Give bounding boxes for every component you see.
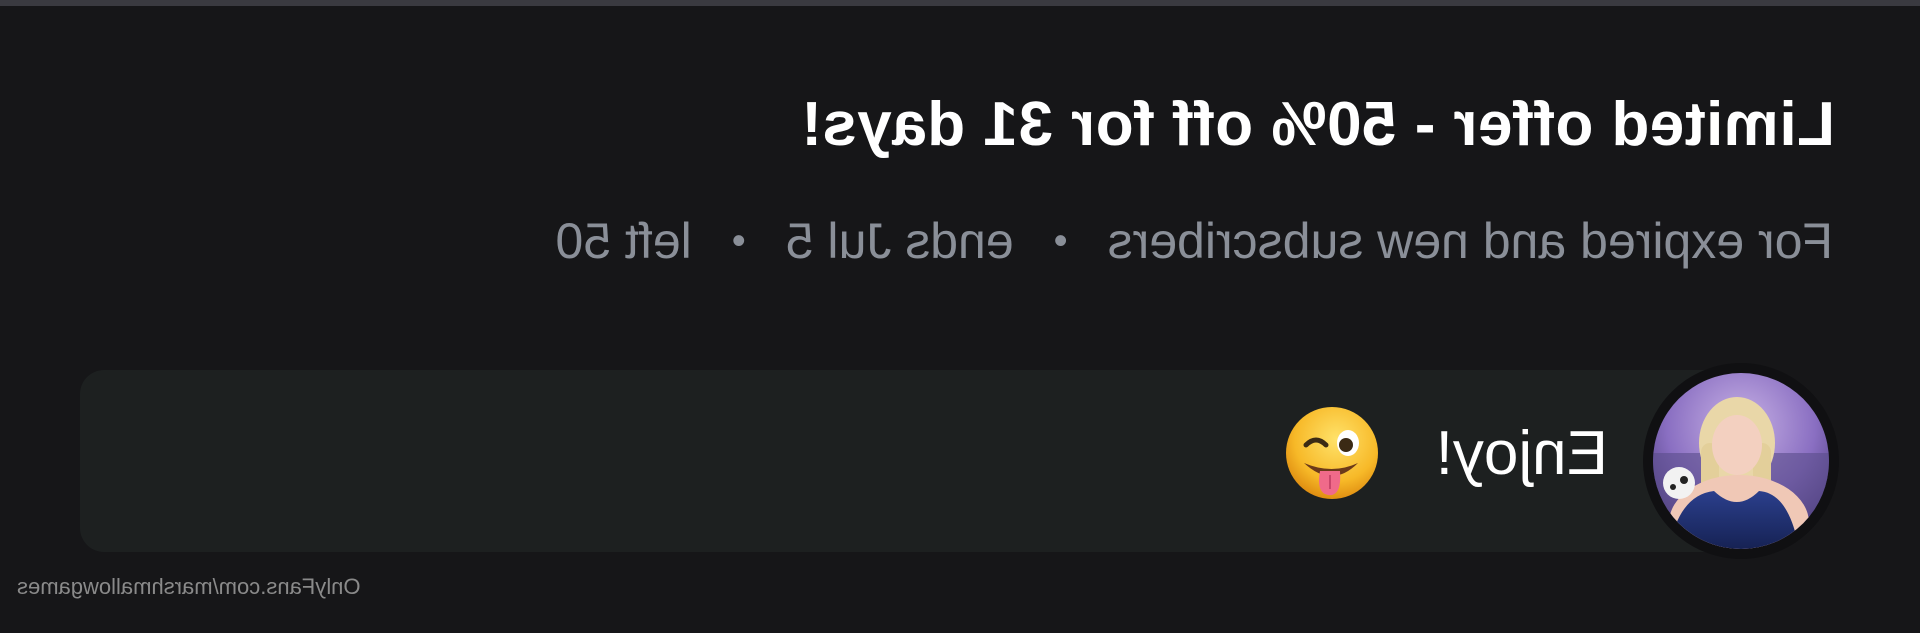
- offer-end-date: ends Jul 5: [785, 213, 1014, 269]
- separator-dot: •: [731, 219, 746, 263]
- offer-details: For expired and new subscribers • ends J…: [555, 206, 1833, 276]
- offer-remaining: left 50: [555, 213, 692, 269]
- offer-card: Limited offer - 50% off for 31 days! For…: [0, 0, 1920, 633]
- offer-title: Limited offer - 50% off for 31 days!: [800, 90, 1835, 159]
- offer-audience: For expired and new subscribers: [1107, 213, 1833, 269]
- watermark-url: OnlyFans.com/marshmallowgames: [17, 574, 361, 599]
- avatar-photo: [1653, 373, 1829, 549]
- mirrored-content: Limited offer - 50% off for 31 days! For…: [0, 0, 1920, 633]
- winking-face-with-tongue-icon: [1284, 405, 1380, 501]
- separator-dot: •: [1053, 219, 1068, 263]
- message-text: Enjoy!: [1435, 419, 1608, 488]
- avatar[interactable]: [1643, 363, 1839, 559]
